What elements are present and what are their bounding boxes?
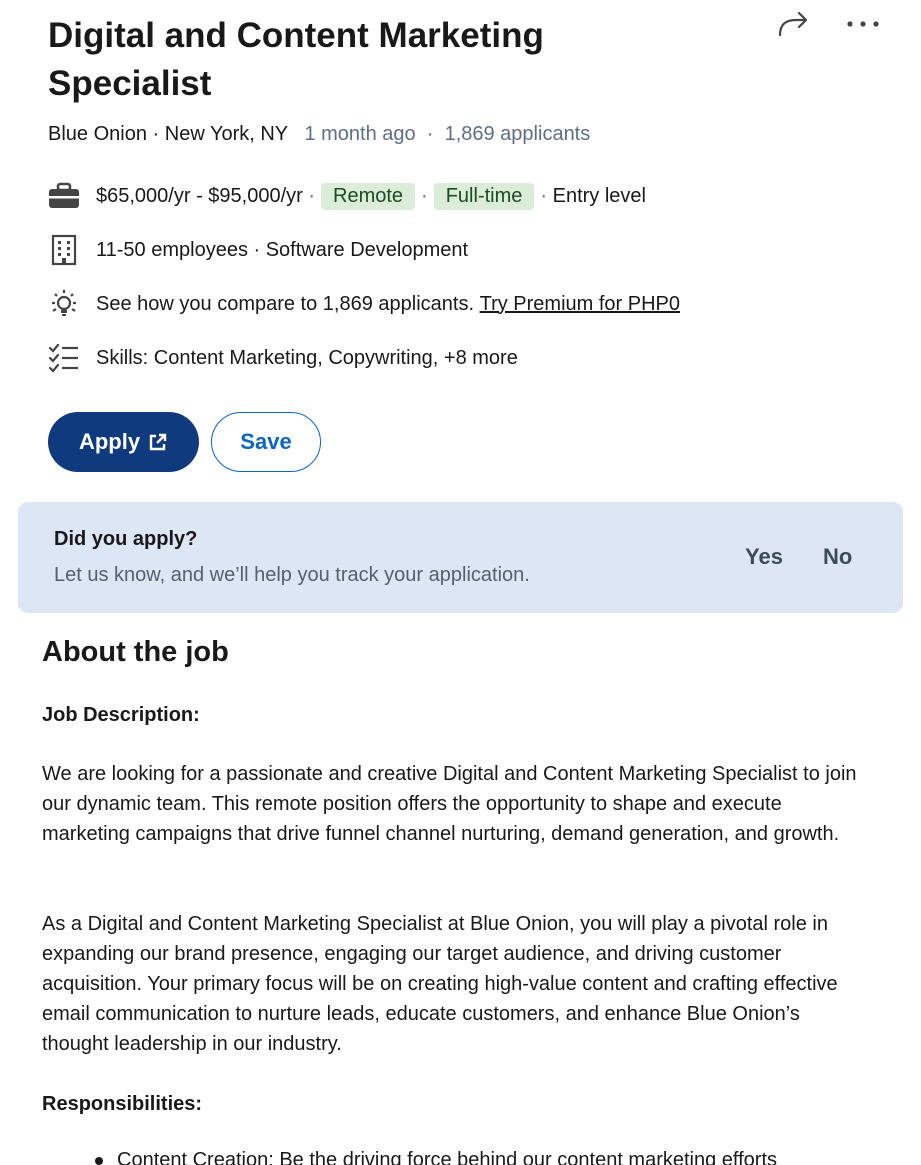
top-actions (775, 6, 881, 42)
did-apply-subtitle: Let us know, and we’ll help you track yo… (54, 564, 530, 586)
seniority-level: Entry level (552, 184, 646, 207)
job-description-label: Job Description: (42, 704, 200, 726)
did-you-apply-panel: Did you apply? Let us know, and we’ll he… (18, 502, 903, 613)
save-label: Save (240, 429, 292, 454)
try-premium-link[interactable]: Try Premium for PHP0 (480, 293, 680, 316)
lightbulb-icon (48, 288, 84, 320)
did-apply-question: Did you apply? (54, 528, 198, 550)
checklist-icon (48, 342, 84, 374)
job-subline: Blue Onion · New York, NY 1 month ago · … (48, 123, 591, 145)
responsibility-text: Content Creation: Be the driving force b… (117, 1149, 778, 1165)
briefcase-icon (48, 180, 84, 212)
company-size-industry: 11-50 employees · Software Development (96, 238, 469, 261)
share-arrow-icon (778, 11, 808, 37)
job-location: New York, NY (164, 123, 288, 145)
job-title: Digital and Content Marketing Specialist (48, 16, 544, 103)
description-paragraph-2: As a Digital and Content Marketing Speci… (42, 913, 838, 1055)
applicant-count: 1,869 applicants (444, 123, 591, 145)
skills-summary: Skills: Content Marketing, Copywriting, … (96, 346, 518, 369)
insight-company-row: 11-50 employees · Software Development (48, 234, 468, 266)
insight-skills-row[interactable]: Skills: Content Marketing, Copywriting, … (48, 342, 518, 374)
more-options-button[interactable] (845, 6, 881, 42)
responsibilities-label: Responsibilities: (42, 1093, 203, 1115)
job-type-badge: Full-time (433, 182, 535, 210)
building-icon (48, 234, 84, 266)
about-heading: About the job (42, 636, 229, 668)
insight-compare-row: See how you compare to 1,869 applicants.… (48, 288, 680, 320)
did-apply-no-button[interactable]: No (823, 544, 852, 570)
save-button[interactable]: Save (211, 412, 321, 472)
external-link-icon (149, 433, 167, 451)
compare-applicants-text: See how you compare to 1,869 applicants. (96, 292, 475, 315)
description-paragraph-1: We are looking for a passionate and crea… (42, 763, 857, 845)
did-apply-yes-button[interactable]: Yes (745, 544, 783, 570)
posted-time: 1 month ago (304, 123, 416, 145)
more-dots-icon (847, 21, 879, 27)
share-button[interactable] (775, 6, 811, 42)
company-name[interactable]: Blue Onion (48, 123, 147, 145)
insight-salary-row: $65,000/yr - $95,000/yr · Remote · Full-… (48, 180, 646, 212)
apply-label: Apply (78, 429, 141, 454)
workplace-badge: Remote (321, 182, 416, 210)
bullet-dot (95, 1156, 103, 1165)
responsibility-item: Content Creation: Be the driving force b… (95, 1145, 875, 1165)
salary-range: $65,000/yr - $95,000/yr (96, 184, 303, 207)
apply-button[interactable]: Apply (48, 412, 199, 472)
